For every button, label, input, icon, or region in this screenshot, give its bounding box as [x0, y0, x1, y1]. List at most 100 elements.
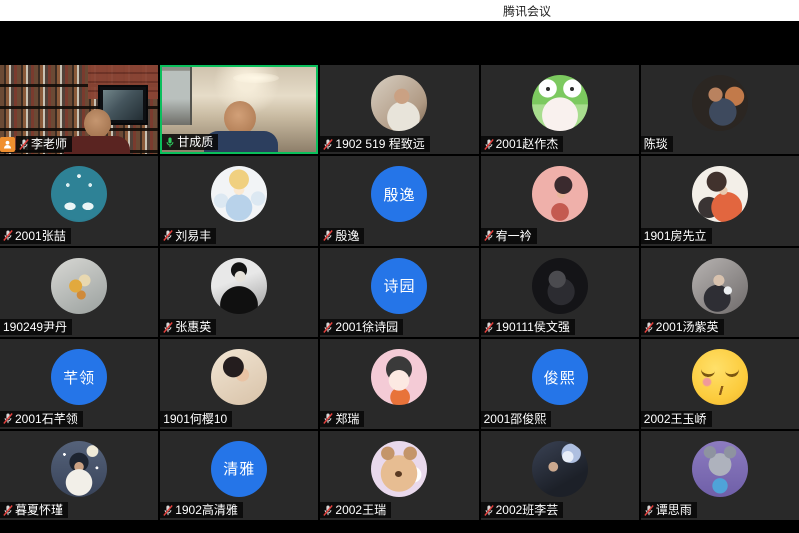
mic-muted-icon — [3, 504, 13, 517]
participant-tile[interactable]: 俊熙2001邵俊熙 — [481, 339, 639, 428]
window — [162, 67, 192, 125]
participant-tile[interactable]: 2001赵作杰 — [481, 65, 639, 154]
participant-tile[interactable]: 2001汤紫英 — [641, 248, 799, 337]
participant-name: 殷逸 — [335, 228, 359, 244]
participant-tile[interactable]: 2002王玉峤 — [641, 339, 799, 428]
participant-name: 2001张喆 — [15, 228, 66, 244]
participant-tile[interactable]: 殷逸殷逸 — [320, 156, 478, 245]
mic-muted-icon — [484, 321, 494, 334]
tile-footer: 2001赵作杰 — [481, 136, 564, 152]
tile-footer: 2001邵俊熙 — [481, 411, 552, 427]
participant-tile[interactable]: 2001张喆 — [0, 156, 158, 245]
tile-footer: 1901房先立 — [641, 228, 712, 244]
participant-tile[interactable]: 陈琰 — [641, 65, 799, 154]
participant-tile[interactable]: 1902 519 程致远 — [320, 65, 478, 154]
participant-tile[interactable]: 1901何樱10 — [160, 339, 318, 428]
host-badge — [0, 137, 15, 152]
tile-footer: 190111侯文强 — [481, 319, 575, 335]
name-label: 暮夏怀瑾 — [0, 502, 68, 518]
tile-footer: 宥一衿 — [481, 228, 537, 244]
avatar-image — [692, 258, 748, 314]
name-label: 刘易丰 — [160, 228, 216, 244]
avatar-image — [51, 441, 107, 497]
name-label: 1901房先立 — [641, 228, 712, 244]
participant-tile[interactable]: 诗园2001徐诗园 — [320, 248, 478, 337]
name-label: 2001张喆 — [0, 228, 71, 244]
participant-tile[interactable]: 清雅1902高清雅 — [160, 431, 318, 520]
tile-footer: 2002王玉峤 — [641, 411, 712, 427]
participant-tile[interactable]: 190111侯文强 — [481, 248, 639, 337]
participant-tile[interactable]: 张惠英 — [160, 248, 318, 337]
avatar-image — [532, 75, 588, 131]
name-label: 张惠英 — [160, 319, 216, 335]
tile-footer: 陈琰 — [641, 136, 673, 152]
participant-tile[interactable]: 190249尹丹 — [0, 248, 158, 337]
participant-tile[interactable]: 李老师 — [0, 65, 158, 154]
tile-footer: 1901何樱10 — [160, 411, 232, 427]
mic-muted-icon — [644, 504, 654, 517]
avatar-image — [51, 166, 107, 222]
tile-footer: 甘成质 — [162, 134, 218, 150]
tile-footer: 2002班李芸 — [481, 502, 564, 518]
mic-muted-icon — [484, 138, 494, 151]
mic-muted-icon — [19, 138, 29, 151]
participant-name: 2001石芊领 — [15, 411, 78, 427]
tile-footer: 郑瑞 — [320, 411, 364, 427]
name-label: 谭思雨 — [641, 502, 697, 518]
tile-footer: 刘易丰 — [160, 228, 216, 244]
participant-tile[interactable]: 刘易丰 — [160, 156, 318, 245]
name-label: 2002王瑞 — [320, 502, 391, 518]
avatar-image — [532, 258, 588, 314]
participant-name: 陈琰 — [644, 136, 668, 152]
participant-name: 张惠英 — [175, 319, 211, 335]
avatar-image — [692, 349, 748, 405]
participant-tile[interactable]: 谭思雨 — [641, 431, 799, 520]
name-label: 2001石芊领 — [0, 411, 83, 427]
mic-on-icon — [165, 136, 175, 149]
participant-name: 1902 519 程致远 — [335, 136, 424, 152]
avatar-initials: 殷逸 — [371, 166, 427, 222]
person-torso — [64, 136, 130, 154]
name-label: 2001赵作杰 — [481, 136, 564, 152]
tile-footer: 李老师 — [0, 136, 72, 152]
avatar-image — [371, 349, 427, 405]
tile-footer: 2002王瑞 — [320, 502, 391, 518]
avatar-initials: 芊领 — [51, 349, 107, 405]
avatar-image — [692, 441, 748, 497]
mic-muted-icon — [484, 229, 494, 242]
participant-tile[interactable]: 郑瑞 — [320, 339, 478, 428]
mic-muted-icon — [3, 412, 13, 425]
participant-tile[interactable]: 1901房先立 — [641, 156, 799, 245]
participant-tile[interactable]: 2002王瑞 — [320, 431, 478, 520]
tile-footer: 2001石芊领 — [0, 411, 83, 427]
name-label: 郑瑞 — [320, 411, 364, 427]
participant-name: 甘成质 — [177, 134, 213, 150]
tile-footer: 殷逸 — [320, 228, 364, 244]
participant-tile[interactable]: 宥一衿 — [481, 156, 639, 245]
avatar-image — [211, 258, 267, 314]
participant-name: 谭思雨 — [656, 502, 692, 518]
participant-tile[interactable]: 芊领 2001石芊领 — [0, 339, 158, 428]
participant-name: 李老师 — [31, 136, 67, 152]
participant-tile[interactable]: 2002班李芸 — [481, 431, 639, 520]
participant-tile[interactable]: 甘成质 — [160, 65, 318, 154]
participant-name: 2001赵作杰 — [496, 136, 559, 152]
avatar-image — [371, 75, 427, 131]
app-title: 腾讯会议 — [503, 2, 551, 19]
name-label: 190249尹丹 — [0, 319, 72, 335]
mic-muted-icon — [644, 321, 654, 334]
mic-muted-icon — [323, 229, 333, 242]
mic-muted-icon — [484, 504, 494, 517]
window-titlebar[interactable]: 腾讯会议 — [0, 0, 799, 21]
name-label: 2001邵俊熙 — [481, 411, 552, 427]
participant-tile[interactable]: 暮夏怀瑾 — [0, 431, 158, 520]
name-label: 1902 519 程致远 — [320, 136, 429, 152]
participant-name: 190111侯文强 — [496, 319, 570, 335]
tile-footer: 190249尹丹 — [0, 319, 72, 335]
participant-name: 1901房先立 — [644, 228, 707, 244]
tile-footer: 张惠英 — [160, 319, 216, 335]
avatar-image — [211, 166, 267, 222]
tile-footer: 2001汤紫英 — [641, 319, 724, 335]
participant-grid: 李老师 甘成质 1902 519 程致远 2001赵作杰 陈琰 2001张喆 刘易丰 殷逸殷逸… — [0, 65, 799, 520]
participant-name: 宥一衿 — [496, 228, 532, 244]
